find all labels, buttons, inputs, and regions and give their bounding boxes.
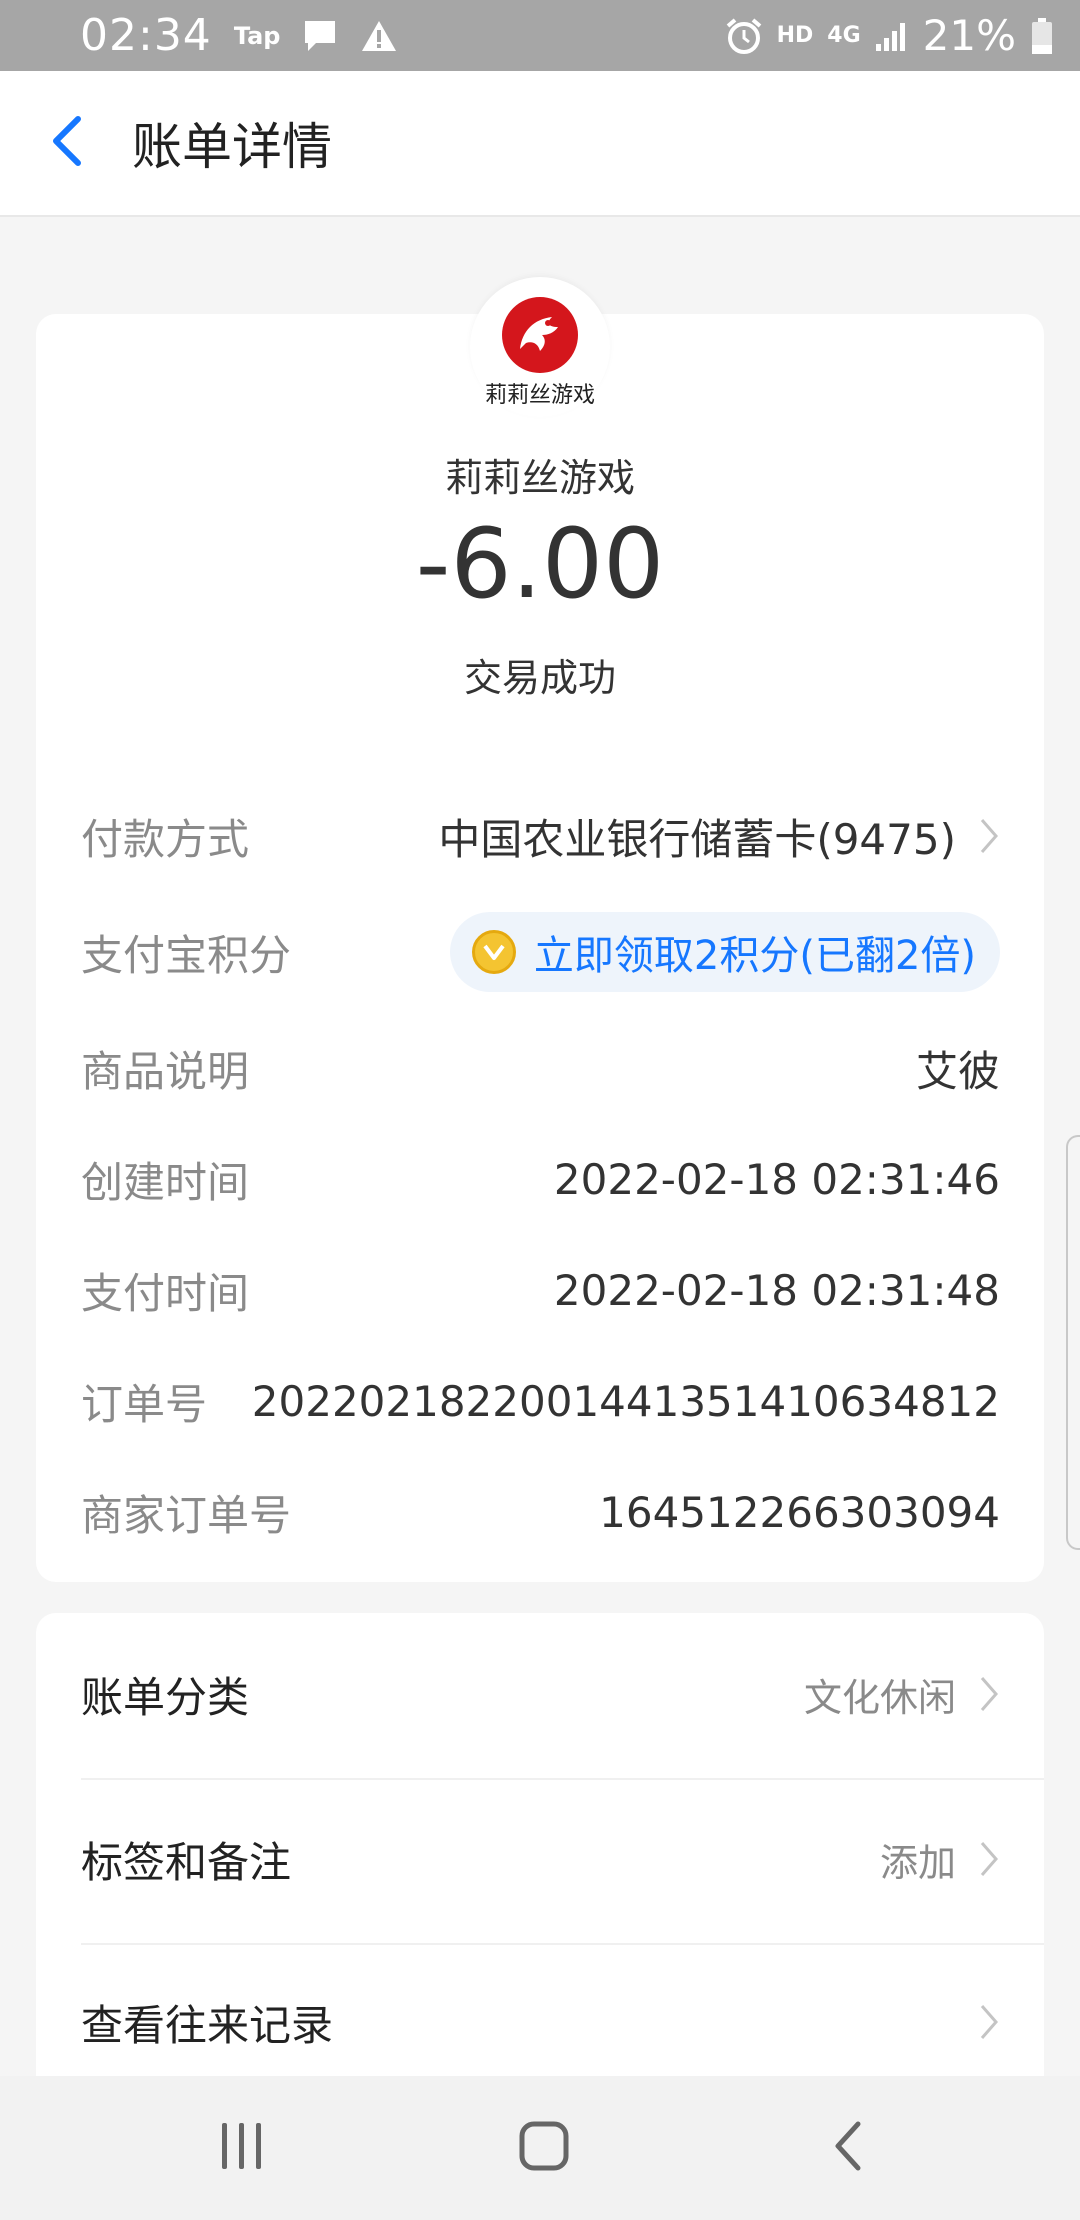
transaction-amount: -6.00: [415, 508, 665, 620]
order-number-row: 订单号 2022021822001441351410634812: [81, 1371, 1000, 1431]
chevron-right-icon: [978, 816, 1000, 856]
message-icon: [302, 19, 338, 53]
warning-icon: [360, 19, 398, 53]
created-time-value: 2022-02-18 02:31:46: [553, 1154, 1000, 1204]
chevron-right-icon: [978, 2002, 1000, 2042]
battery-percent: 21%: [922, 11, 1016, 60]
chevron-left-icon: [832, 2120, 864, 2176]
product-description-value: 艾彼: [915, 1046, 1000, 1096]
payment-method-label: 付款方式: [81, 814, 250, 864]
merchant-order-number-label: 商家订单号: [81, 1490, 292, 1540]
network-type: 4G: [827, 23, 861, 48]
bill-category-row[interactable]: 账单分类 文化休闲: [81, 1612, 1000, 1776]
paid-time-label: 支付时间: [81, 1268, 250, 1318]
signal-icon: [875, 20, 909, 52]
merchant-name: 莉莉丝游戏: [444, 456, 635, 500]
chevron-left-icon: [48, 115, 84, 171]
nav-bar: 账单详情: [0, 71, 1080, 217]
coin-icon: [471, 930, 516, 974]
merchant-order-number-value: 164512266303094: [599, 1487, 1000, 1537]
chevron-right-icon: [978, 1839, 1000, 1879]
merchant-logo: 莉莉丝游戏: [470, 277, 610, 417]
paid-time-value: 2022-02-18 02:31:48: [553, 1265, 1000, 1315]
battery-icon: [1030, 17, 1054, 55]
home-icon: [518, 2120, 570, 2176]
status-bar: 02:34 Tap HD 4G 21%: [0, 0, 1080, 71]
home-button[interactable]: [474, 2076, 614, 2220]
bill-category-value: 文化休闲: [803, 1675, 956, 1720]
recent-apps-icon: [218, 2121, 266, 2175]
order-number-label: 订单号: [81, 1379, 208, 1429]
transaction-status: 交易成功: [463, 656, 616, 700]
status-time: 02:34: [80, 10, 212, 61]
tags-notes-label: 标签和备注: [81, 1837, 292, 1887]
alarm-icon: [725, 17, 763, 55]
tap-badge: Tap: [233, 21, 281, 50]
paid-time-row: 支付时间 2022-02-18 02:31:48: [81, 1260, 1000, 1320]
tags-notes-row[interactable]: 标签和备注 添加: [81, 1777, 1000, 1941]
back-button[interactable]: [0, 70, 132, 216]
view-history-label: 查看往来记录: [81, 2000, 334, 2050]
alipay-points-row: 支付宝积分 立即领取2积分(已翻2倍): [81, 912, 1000, 992]
claim-points-label: 立即领取2积分(已翻2倍): [533, 933, 976, 979]
product-description-label: 商品说明: [81, 1046, 250, 1096]
order-number-value: 2022021822001441351410634812: [251, 1376, 1000, 1426]
system-nav-bar: [0, 2076, 1080, 2220]
created-time-label: 创建时间: [81, 1157, 250, 1207]
system-back-button[interactable]: [778, 2076, 918, 2220]
product-description-row: 商品说明 艾彼: [81, 1038, 1000, 1098]
created-time-row: 创建时间 2022-02-18 02:31:46: [81, 1149, 1000, 1209]
page-title: 账单详情: [132, 118, 332, 176]
logo-text: 莉莉丝游戏: [484, 383, 595, 408]
scroll-handle[interactable]: [1066, 1135, 1080, 1550]
tags-notes-value: 添加: [879, 1840, 956, 1885]
chevron-right-icon: [978, 1674, 1000, 1714]
hd-badge: HD: [776, 23, 814, 48]
merchant-order-number-row: 商家订单号 164512266303094: [81, 1482, 1000, 1542]
logo-emblem-icon: [502, 297, 578, 373]
alipay-points-label: 支付宝积分: [81, 930, 292, 980]
recent-apps-button[interactable]: [172, 2076, 312, 2220]
payment-method-value: 中国农业银行储蓄卡(9475): [438, 814, 956, 864]
bill-category-label: 账单分类: [81, 1672, 250, 1722]
claim-points-button[interactable]: 立即领取2积分(已翻2倍): [449, 912, 1000, 992]
payment-method-row[interactable]: 付款方式 中国农业银行储蓄卡(9475): [81, 806, 1000, 866]
